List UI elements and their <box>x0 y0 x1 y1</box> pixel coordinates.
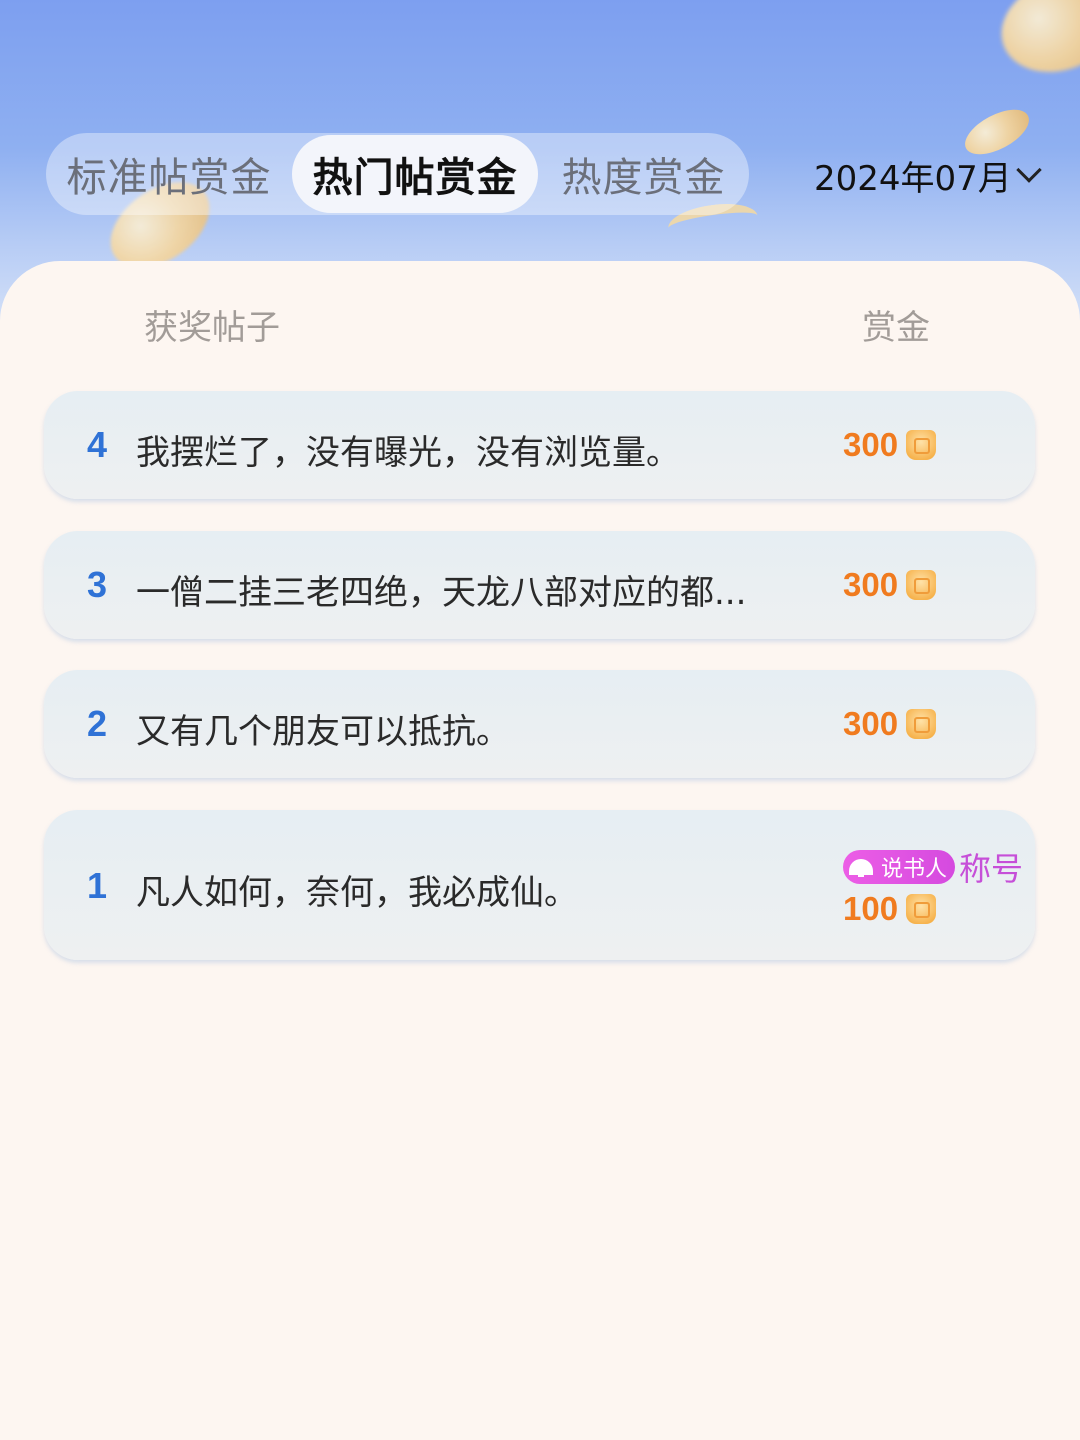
tab-standard-post-reward[interactable]: 标准帖赏金 <box>46 133 292 215</box>
reward-amount: 300 <box>843 705 937 743</box>
storyteller-badge: 说书人 <box>843 850 956 884</box>
gift-coin-icon <box>906 709 937 739</box>
rank-number: 1 <box>87 865 108 906</box>
post-title: 我摆烂了，没有曝光，没有浏览量。 <box>136 433 680 473</box>
column-header-reward: 赏金 <box>862 308 930 348</box>
post-title: 凡人如何，奈何，我必成仙。 <box>136 873 578 913</box>
rank-number: 3 <box>87 564 108 605</box>
post-title: 又有几个朋友可以抵抗。 <box>136 712 510 752</box>
reward-value: 300 <box>843 705 899 742</box>
gift-coin-icon <box>906 570 937 600</box>
tab-hot-post-reward[interactable]: 热门帖赏金 <box>292 135 538 213</box>
post-title: 一僧二挂三老四绝，天龙八部对应的都... <box>136 573 747 613</box>
gift-coin-icon <box>906 894 937 924</box>
chevron-down-icon <box>1016 157 1042 183</box>
reward-value: 300 <box>843 426 899 463</box>
reward-amount: 300 <box>843 566 937 604</box>
reward-value: 100 <box>843 890 899 927</box>
list-item[interactable]: 1 凡人如何，奈何，我必成仙。 说书人 称号 100 <box>44 810 1035 960</box>
reward-amount: 300 <box>843 426 937 464</box>
month-label: 2024年07月 <box>814 158 1012 199</box>
list-item[interactable]: 3 一僧二挂三老四绝，天龙八部对应的都... 300 <box>44 531 1035 639</box>
rank-number: 4 <box>87 424 108 465</box>
badge-label: 说书人 <box>881 857 948 882</box>
tab-heat-reward[interactable]: 热度赏金 <box>538 133 749 215</box>
column-header-post: 获奖帖子 <box>144 308 280 348</box>
title-badge: 说书人 称号 <box>843 844 1023 890</box>
gift-coin-icon <box>906 430 937 460</box>
coin-decoration <box>988 0 1080 88</box>
list-item[interactable]: 4 我摆烂了，没有曝光，没有浏览量。 300 <box>44 391 1035 499</box>
reward-amount: 100 <box>843 890 937 928</box>
fan-icon <box>849 859 873 877</box>
reward-value: 300 <box>843 566 899 603</box>
reward-type-tabs: 标准帖赏金 热门帖赏金 热度赏金 <box>46 133 749 215</box>
badge-suffix: 称号 <box>959 850 1024 888</box>
list-item[interactable]: 2 又有几个朋友可以抵抗。 300 <box>44 670 1035 778</box>
rank-number: 2 <box>87 703 108 744</box>
month-selector[interactable]: 2024年07月 <box>814 150 1042 200</box>
